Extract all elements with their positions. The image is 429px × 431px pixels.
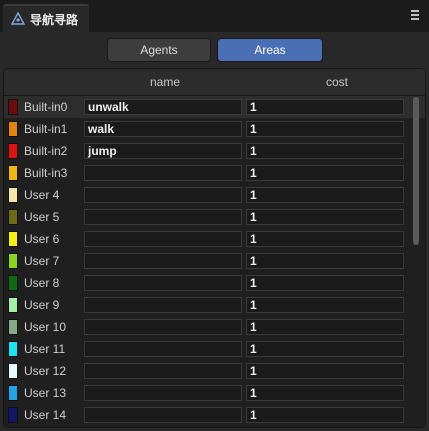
area-label: User 5 [24, 210, 60, 224]
area-cost-input[interactable]: 1 [246, 319, 404, 335]
area-name-input[interactable]: walk [84, 121, 242, 137]
area-color-swatch[interactable] [8, 341, 18, 357]
area-name-input[interactable]: jump [84, 143, 242, 159]
table-header: name cost [4, 69, 425, 96]
area-name-input[interactable] [84, 363, 242, 379]
area-cost-input[interactable]: 1 [246, 99, 404, 115]
area-color-swatch[interactable] [8, 385, 18, 401]
table-row[interactable]: User 14 1 [4, 404, 425, 426]
area-color-swatch[interactable] [8, 363, 18, 379]
area-color-swatch[interactable] [8, 143, 18, 159]
area-color-swatch[interactable] [8, 209, 18, 225]
area-name-input[interactable] [84, 187, 242, 203]
area-cost-input[interactable]: 1 [246, 253, 404, 269]
table-row[interactable]: User 11 1 [4, 338, 425, 360]
table-row[interactable]: User 10 1 [4, 316, 425, 338]
area-label: User 6 [24, 232, 60, 246]
area-cost-input[interactable]: 1 [246, 231, 404, 247]
agents-toggle-button[interactable]: Agents [107, 38, 211, 62]
navigation-panel: Agents Areas name cost Built-in0 unwalk 1 B… [0, 32, 429, 431]
table-row[interactable]: Built-in0 unwalk 1 [4, 96, 425, 118]
table-row[interactable]: User 12 1 [4, 360, 425, 382]
area-label: User 7 [24, 254, 60, 268]
area-color-swatch[interactable] [8, 407, 18, 423]
area-cost-input[interactable]: 1 [246, 165, 404, 181]
table-body: Built-in0 unwalk 1 Built-in1 walk 1 Built-in2 j… [4, 96, 425, 426]
area-color-swatch[interactable] [8, 253, 18, 269]
table-row[interactable]: Built-in1 walk 1 [4, 118, 425, 140]
table-row[interactable]: User 9 1 [4, 294, 425, 316]
area-label: User 14 [24, 408, 67, 422]
area-cost-input[interactable]: 1 [246, 121, 404, 137]
table-row[interactable]: User 7 1 [4, 250, 425, 272]
area-name-input[interactable]: unwalk [84, 99, 242, 115]
column-header-name: name [150, 75, 181, 89]
area-name-input[interactable] [84, 231, 242, 247]
tab-bar: 导航寻路 [0, 0, 429, 32]
area-cost-input[interactable]: 1 [246, 143, 404, 159]
area-color-swatch[interactable] [8, 275, 18, 291]
areas-toggle-button[interactable]: Areas [217, 38, 323, 62]
area-label: User 4 [24, 188, 60, 202]
table-row[interactable]: User 6 1 [4, 228, 425, 250]
area-cost-input[interactable]: 1 [246, 297, 404, 313]
column-header-cost: cost [326, 75, 349, 89]
area-color-swatch[interactable] [8, 231, 18, 247]
area-label: User 11 [24, 342, 66, 356]
area-color-swatch[interactable] [8, 99, 18, 115]
area-name-input[interactable] [84, 319, 242, 335]
area-cost-input[interactable]: 1 [246, 275, 404, 291]
navigation-icon [11, 12, 25, 25]
area-cost-input[interactable]: 1 [246, 187, 404, 203]
area-color-swatch[interactable] [8, 319, 18, 335]
area-label: User 13 [24, 386, 67, 400]
area-name-input[interactable] [84, 297, 242, 313]
vertical-scrollbar[interactable] [410, 97, 422, 425]
area-name-input[interactable] [84, 165, 242, 181]
area-name-input[interactable] [84, 253, 242, 269]
scrollbar-thumb[interactable] [413, 97, 419, 245]
area-color-swatch[interactable] [8, 297, 18, 313]
area-color-swatch[interactable] [8, 121, 18, 137]
area-name-input[interactable] [84, 385, 242, 401]
area-name-input[interactable] [84, 341, 242, 357]
area-label: User 8 [24, 276, 60, 290]
area-color-swatch[interactable] [8, 165, 18, 181]
area-name-input[interactable] [84, 209, 242, 225]
table-row[interactable]: User 4 1 [4, 184, 425, 206]
area-cost-input[interactable]: 1 [246, 385, 404, 401]
area-label: User 9 [24, 298, 60, 312]
table-row[interactable]: User 5 1 [4, 206, 425, 228]
panel-menu-icon[interactable] [411, 10, 419, 20]
area-color-swatch[interactable] [8, 187, 18, 203]
area-label: Built-in2 [24, 144, 68, 158]
area-label: Built-in3 [24, 166, 68, 180]
area-label: User 12 [24, 364, 67, 378]
table-row[interactable]: Built-in3 1 [4, 162, 425, 184]
area-label: User 10 [24, 320, 67, 334]
area-name-input[interactable] [84, 275, 242, 291]
areas-table: name cost Built-in0 unwalk 1 Built-in1 walk 1… [3, 68, 426, 428]
area-cost-input[interactable]: 1 [246, 407, 404, 423]
area-cost-input[interactable]: 1 [246, 363, 404, 379]
area-label: Built-in1 [24, 122, 68, 136]
area-name-input[interactable] [84, 407, 242, 423]
tab-navigation[interactable]: 导航寻路 [3, 4, 89, 32]
table-row[interactable]: User 13 1 [4, 382, 425, 404]
area-cost-input[interactable]: 1 [246, 341, 404, 357]
table-row[interactable]: User 8 1 [4, 272, 425, 294]
area-label: Built-in0 [24, 100, 68, 114]
table-row[interactable]: Built-in2 jump 1 [4, 140, 425, 162]
area-cost-input[interactable]: 1 [246, 209, 404, 225]
tab-title: 导航寻路 [30, 12, 79, 27]
